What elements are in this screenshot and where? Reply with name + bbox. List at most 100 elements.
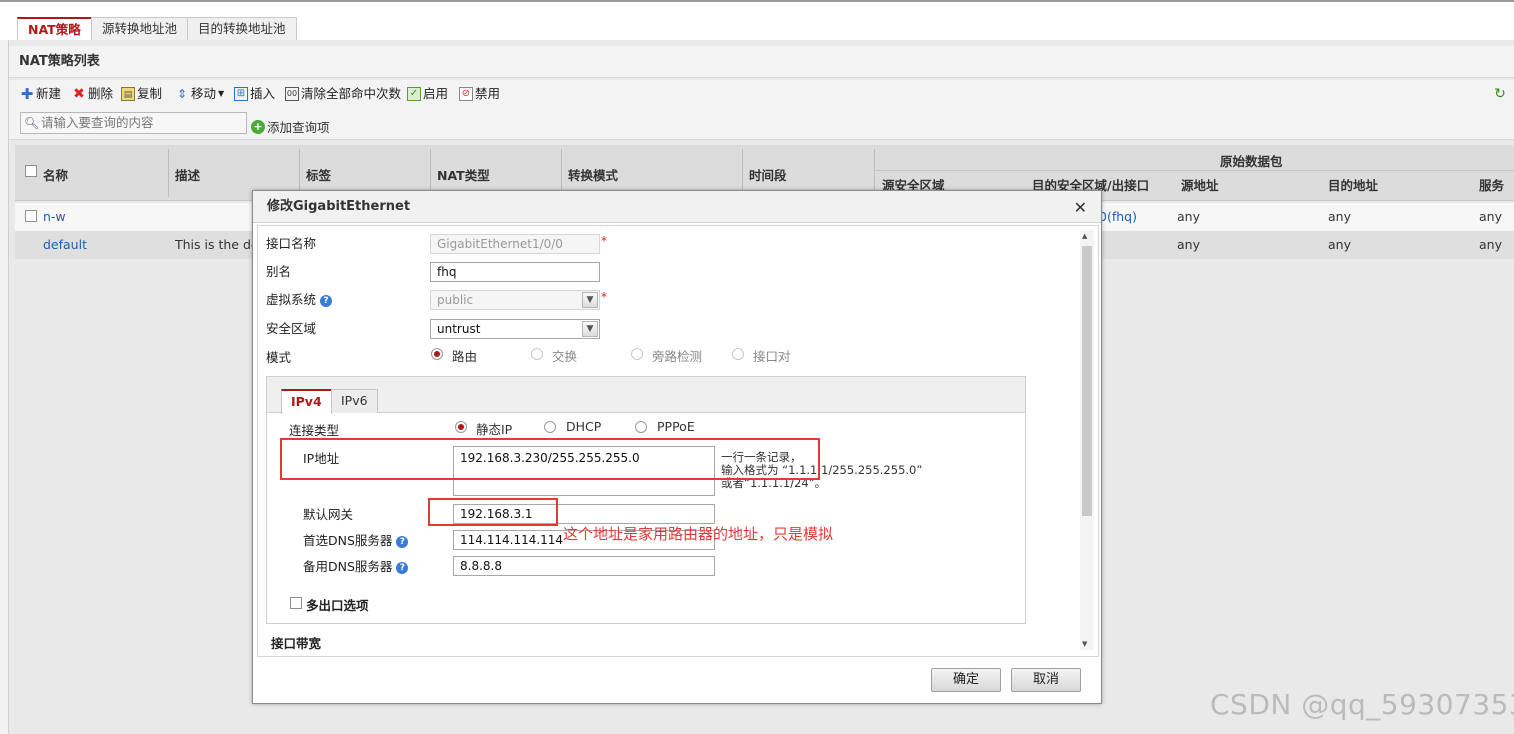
scroll-up-icon[interactable]: ▲ (1082, 232, 1087, 240)
dns1-label-text: 首选DNS服务器 (303, 533, 393, 548)
vsys-label-text: 虚拟系统 (266, 292, 317, 307)
plus-icon: ✚ (20, 85, 34, 103)
chevron-down-icon[interactable]: ▼ (582, 321, 598, 337)
move-button[interactable]: ⇕ 移动 ▼ (175, 85, 224, 103)
col-mode[interactable]: 转换模式 (568, 165, 618, 184)
ifname-label: 接口名称 (266, 236, 317, 251)
move-icon: ⇕ (176, 87, 188, 101)
row-service: any (1479, 237, 1502, 252)
mode-pair-label: 接口对 (753, 349, 791, 364)
mode-route-radio[interactable] (431, 348, 443, 360)
chevron-down-icon: ▼ (218, 89, 225, 98)
insert-button[interactable]: ⊞ 插入 (234, 85, 275, 103)
disable-icon: ⊘ (459, 87, 473, 101)
dns1-label: 首选DNS服务器 ? (303, 530, 409, 549)
col-tag[interactable]: 标签 (306, 165, 331, 184)
ok-button[interactable]: 确定 (931, 668, 1001, 692)
clear-hits-label: 清除全部命中次数 (301, 86, 402, 101)
enable-label: 启用 (423, 86, 449, 101)
copy-button[interactable]: ▤ 复制 (121, 85, 162, 103)
vsys-select: public ▼ (430, 290, 600, 310)
col-src-addr[interactable]: 源地址 (1181, 175, 1219, 194)
top-tab-bar: NAT策略 源转换地址池 目的转换地址池 (0, 0, 1514, 41)
tab-ipv4[interactable]: IPv4 (281, 389, 332, 414)
bandwidth-label: 接口带宽 (271, 636, 322, 651)
row-dst-addr: any (1328, 209, 1351, 224)
static-ip-label: 静态IP (476, 422, 513, 437)
disable-label: 禁用 (475, 86, 501, 101)
annotation-box-ip (280, 438, 820, 480)
insert-label: 插入 (250, 86, 276, 101)
multi-exit-checkbox[interactable] (290, 597, 302, 609)
row-service: any (1479, 209, 1502, 224)
close-icon[interactable]: ✕ (1074, 198, 1087, 217)
alias-field[interactable]: fhq (430, 262, 600, 282)
row-name-link[interactable]: default (43, 231, 87, 259)
static-ip-radio[interactable] (455, 421, 467, 433)
col-nat-type[interactable]: NAT类型 (437, 165, 490, 184)
tab-ipv6[interactable]: IPv6 (331, 389, 378, 413)
refresh-button[interactable]: ↻ (1493, 85, 1507, 103)
zone-value: untrust (437, 322, 481, 336)
help-icon[interactable]: ? (320, 294, 332, 307)
dhcp-radio[interactable] (544, 421, 556, 433)
scroll-down-icon[interactable]: ▼ (1082, 640, 1087, 648)
vsys-label: 虚拟系统 ? (266, 289, 332, 308)
mode-bypass-radio[interactable] (631, 348, 643, 360)
dns2-label-text: 备用DNS服务器 (303, 559, 393, 574)
enable-icon: ✓ (407, 87, 421, 101)
dialog-title: 修改GigabitEthernet (253, 191, 1101, 223)
dialog-scrollbar[interactable]: ▲ ▼ (1080, 230, 1094, 650)
zone-select[interactable]: untrust ▼ (430, 319, 600, 339)
tab-dest-pool[interactable]: 目的转换地址池 (187, 17, 297, 41)
move-label: 移动 (191, 86, 217, 101)
row-dst-zone[interactable]: 0(fhq) (1099, 203, 1137, 231)
add-query-button[interactable]: + 添加查询项 (251, 117, 330, 136)
list-title: NAT策略列表 (9, 46, 1514, 78)
dns2-field[interactable]: 8.8.8.8 (453, 556, 715, 576)
required-mark: * (601, 234, 607, 248)
mode-switch-label: 交换 (552, 349, 578, 364)
pppoe-radio[interactable] (635, 421, 647, 433)
search-placeholder: 请输入要查询的内容 (41, 115, 154, 130)
tab-nat-policy[interactable]: NAT策略 (17, 17, 92, 41)
select-all-checkbox[interactable] (25, 165, 37, 177)
row-name-link[interactable]: n-w (43, 203, 66, 231)
toolbar: ✚ 新建 ✖ 删除 ▤ 复制 ⇕ 移动 ▼ ⊞ 插入 00 清除全部命中次数 ✓… (9, 80, 1514, 108)
col-desc[interactable]: 描述 (175, 165, 200, 184)
refresh-icon: ↻ (1494, 86, 1506, 102)
help-icon[interactable]: ? (396, 535, 409, 548)
col-orig-packet: 原始数据包 (1220, 154, 1283, 169)
row-src-addr: any (1177, 209, 1200, 224)
tab-source-pool[interactable]: 源转换地址池 (91, 17, 189, 41)
scroll-thumb[interactable] (1082, 246, 1092, 516)
conn-type-label: 连接类型 (289, 423, 340, 438)
alias-label: 别名 (266, 264, 292, 279)
col-service[interactable]: 服务 (1479, 175, 1504, 194)
search-input[interactable]: 🔍︎ 请输入要查询的内容 (20, 112, 247, 134)
clear-hits-button[interactable]: 00 清除全部命中次数 (285, 85, 401, 103)
col-time[interactable]: 时间段 (749, 165, 787, 184)
counter-icon: 00 (285, 87, 299, 101)
row-checkbox[interactable] (25, 210, 37, 222)
dhcp-label: DHCP (566, 419, 602, 434)
zone-label: 安全区域 (266, 321, 317, 336)
disable-button[interactable]: ⊘ 禁用 (459, 85, 500, 103)
mode-switch-radio[interactable] (531, 348, 543, 360)
row-dst-addr: any (1328, 237, 1351, 252)
delete-button[interactable]: ✖ 删除 (72, 85, 113, 103)
col-name[interactable]: 名称 (43, 165, 68, 184)
annotation-text: 这个地址是家用路由器的地址，只是模拟 (563, 525, 834, 543)
row-src-addr: any (1177, 237, 1200, 252)
help-icon[interactable]: ? (396, 561, 409, 574)
ip-config-panel: IPv4 IPv6 连接类型 静态IP DHCP PPPoE IP地址 192.… (266, 376, 1026, 624)
mode-pair-radio[interactable] (732, 348, 744, 360)
vsys-value: public (437, 293, 474, 307)
new-button[interactable]: ✚ 新建 (20, 85, 61, 103)
cancel-button[interactable]: 取消 (1011, 668, 1081, 692)
enable-button[interactable]: ✓ 启用 (407, 85, 448, 103)
col-dst-addr[interactable]: 目的地址 (1328, 175, 1378, 194)
annotation-box-gateway (428, 498, 558, 526)
copy-icon: ▤ (121, 87, 135, 101)
chevron-down-icon: ▼ (582, 292, 598, 308)
